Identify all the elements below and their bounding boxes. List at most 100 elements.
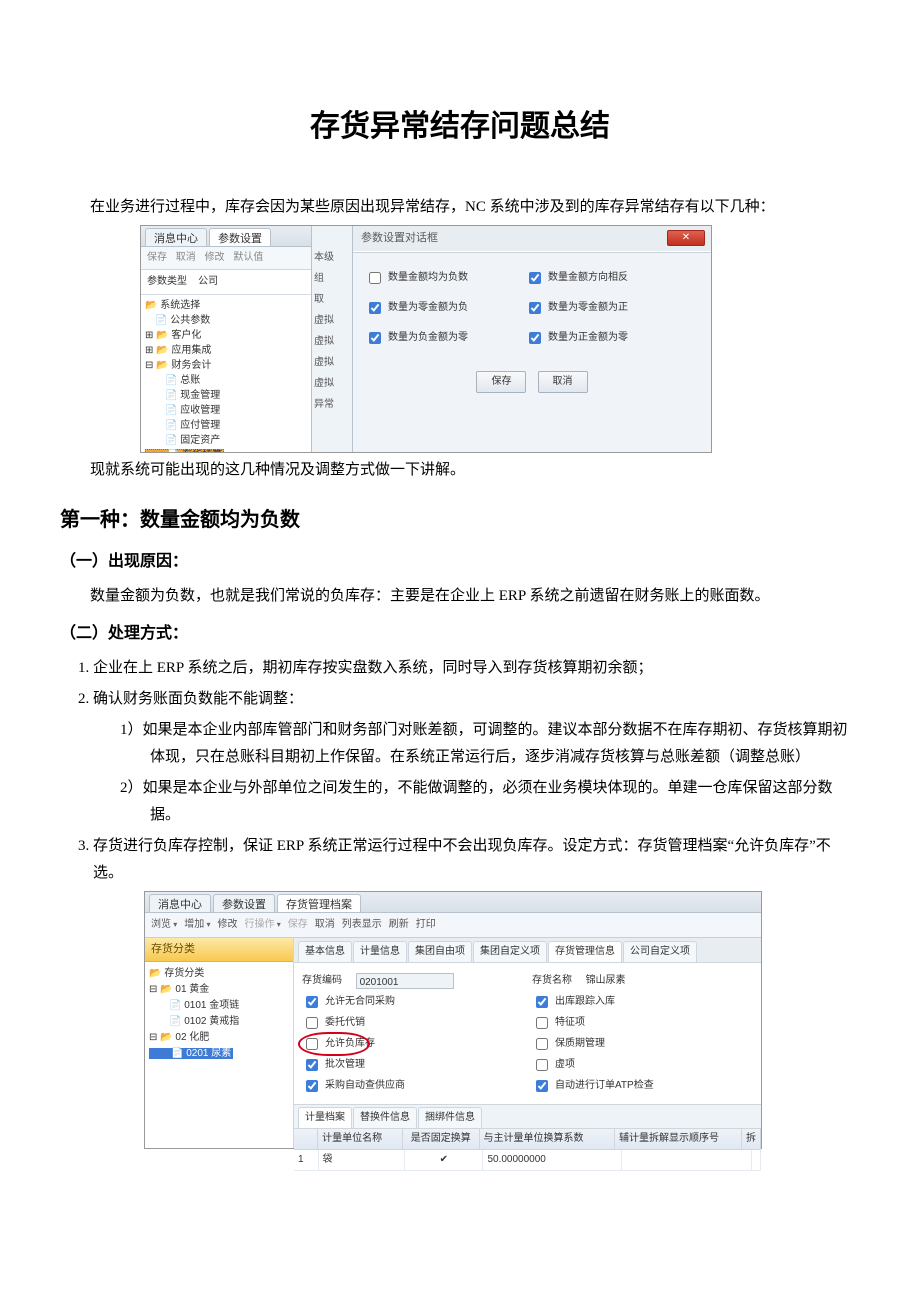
- save-button[interactable]: 保存: [476, 371, 526, 393]
- cb-qty0-amt-pos[interactable]: 数量为零金额为正: [525, 299, 685, 317]
- mid-label: 虚拟: [314, 354, 350, 372]
- cb-qty-amt-negative[interactable]: 数量金额均为负数: [365, 269, 525, 287]
- s1-sidebar: 消息中心 参数设置 保存 取消 修改 默认值 参数类型 公司 📂 系统选择 📄 …: [141, 226, 312, 452]
- bottom-tab[interactable]: 计量档案: [298, 1107, 352, 1128]
- cb-auto-supplier[interactable]: [306, 1080, 318, 1092]
- grid-header-cell: 是否固定换算: [403, 1129, 479, 1149]
- s2-right-panel: 基本信息计量信息集团自由项集团自定义项存货管理信息公司自定义项 存货编码 020…: [294, 938, 761, 1148]
- toolbar-item[interactable]: 修改: [218, 919, 238, 930]
- tree-item[interactable]: 📄 存货核算: [145, 448, 307, 452]
- cb-allow-negative-stock[interactable]: [306, 1038, 318, 1050]
- tab-param-settings[interactable]: 参数设置: [209, 228, 271, 246]
- tree-item[interactable]: 📄 应付管理: [145, 418, 307, 433]
- close-icon[interactable]: ✕: [667, 230, 705, 246]
- s1-tree[interactable]: 📂 系统选择 📄 公共参数⊞ 📂 客户化⊞ 📂 应用集成⊟ 📂 财务会计 📄 总…: [141, 295, 311, 452]
- toolbar-item: 保存: [288, 919, 308, 930]
- tree-item[interactable]: ⊞ 📂 应用集成: [145, 343, 307, 358]
- toolbar-item[interactable]: 刷新: [389, 919, 409, 930]
- grid-cell: 1: [294, 1150, 319, 1170]
- cb-consignment[interactable]: [306, 1017, 318, 1029]
- form-tab[interactable]: 基本信息: [298, 941, 352, 962]
- cb-feature[interactable]: [536, 1017, 548, 1029]
- mid-label: 异常: [314, 396, 350, 414]
- li-2: 确认财务账面负数能不能调整： 1）如果是本企业内部库管部门和财务部门对账差额，可…: [93, 686, 860, 829]
- form-tab[interactable]: 存货管理信息: [548, 941, 622, 962]
- section-1-ol: 企业在上 ERP 系统之后，期初库存按实盘数入系统，同时导入到存货核算期初余额；…: [93, 655, 860, 887]
- form-tab[interactable]: 公司自定义项: [623, 941, 697, 962]
- section-1-sub1: （一）出现原因：: [60, 548, 860, 577]
- tree-item[interactable]: 📄 应收管理: [145, 403, 307, 418]
- cb-shelf-life[interactable]: [536, 1038, 548, 1050]
- cb-virtual-item[interactable]: [536, 1059, 548, 1071]
- tab-message-center[interactable]: 消息中心: [149, 894, 211, 912]
- s1-button-row: 保存 取消: [365, 371, 699, 393]
- tree-item[interactable]: 📄 0101 金项链: [149, 998, 289, 1014]
- form-tab[interactable]: 集团自由项: [408, 941, 472, 962]
- cancel-button[interactable]: 取消: [538, 371, 588, 393]
- grid-header-cell: 与主计量单位换算系数: [480, 1129, 615, 1149]
- grid-header: 计量单位名称是否固定换算与主计量单位换算系数辅计量拆解显示顺序号拆: [294, 1129, 761, 1150]
- grid-header-cell: [294, 1129, 318, 1149]
- tree-item[interactable]: ⊟ 📂 财务会计: [145, 358, 307, 373]
- s2-top-tabs: 消息中心 参数设置 存货管理档案: [145, 892, 761, 913]
- tree-item[interactable]: 📄 固定资产: [145, 433, 307, 448]
- tree-item[interactable]: 📄 0102 黄戒指: [149, 1014, 289, 1030]
- cb-batch-mgmt[interactable]: [306, 1059, 318, 1071]
- section-1-sub1-p: 数量金额为负数，也就是我们常说的负库存：主要是在企业上 ERP 系统之前遗留在财…: [60, 583, 860, 610]
- tab-inventory-file[interactable]: 存货管理档案: [277, 894, 361, 912]
- s1-right-panel: 参数设置对话框 数量金额均为负数 数量金额方向相反 数量为零金额为负 数量为零金…: [353, 226, 711, 452]
- s1-tb-save[interactable]: 保存: [147, 252, 167, 263]
- toolbar-item: 行操作: [245, 919, 281, 930]
- s2-bottom: 计量档案替换件信息捆绑件信息 计量单位名称是否固定换算与主计量单位换算系数辅计量…: [294, 1104, 761, 1171]
- form-tab[interactable]: 计量信息: [353, 941, 407, 962]
- li-2-1: 1）如果是本企业内部库管部门和财务部门对账差额，可调整的。建议本部分数据不在库存…: [120, 717, 860, 771]
- screenshot-2-inventory-file: 消息中心 参数设置 存货管理档案 浏览增加修改行操作保存取消列表显示刷新打印 存…: [144, 891, 762, 1149]
- toolbar-item[interactable]: 浏览: [151, 919, 177, 930]
- bottom-tab[interactable]: 替换件信息: [353, 1107, 417, 1128]
- mid-label: 虚拟: [314, 333, 350, 351]
- toolbar-item[interactable]: 列表显示: [342, 919, 382, 930]
- intro-paragraph: 在业务进行过程中，库存会因为某些原因出现异常结存，NC 系统中涉及到的库存异常结…: [60, 194, 860, 221]
- li-1: 企业在上 ERP 系统之后，期初库存按实盘数入系统，同时导入到存货核算期初余额；: [93, 655, 860, 682]
- cb-qtyneg-amt0[interactable]: 数量为负金额为零: [365, 329, 525, 347]
- tree-item[interactable]: 📂 系统选择: [145, 298, 307, 313]
- tree-item[interactable]: ⊟ 📂 01 黄金: [149, 982, 289, 998]
- toolbar-item[interactable]: 取消: [315, 919, 335, 930]
- form-tab[interactable]: 集团自定义项: [473, 941, 547, 962]
- tree-item[interactable]: 📂 存货分类: [149, 966, 289, 982]
- mid-label: 取: [314, 291, 350, 309]
- tree-item[interactable]: 📄 总账: [145, 373, 307, 388]
- tree-item[interactable]: 📄 0201 尿素: [149, 1046, 289, 1062]
- bottom-tab[interactable]: 捆绑件信息: [418, 1107, 482, 1128]
- s1-tb-cancel[interactable]: 取消: [176, 252, 196, 263]
- s1-top-tabs: 消息中心 参数设置: [141, 226, 311, 247]
- grid-header-cell: 辅计量拆解显示顺序号: [615, 1129, 742, 1149]
- tab-message-center[interactable]: 消息中心: [145, 228, 207, 246]
- s1-tb-default[interactable]: 默认值: [233, 252, 263, 263]
- tree-item[interactable]: 📄 现金管理: [145, 388, 307, 403]
- value-inv-name: 锦山尿素: [586, 972, 626, 990]
- cb-auto-atp[interactable]: [536, 1080, 548, 1092]
- s2-tabset: 基本信息计量信息集团自由项集团自定义项存货管理信息公司自定义项: [294, 938, 761, 963]
- grid-cell: ✔: [405, 1150, 483, 1170]
- s2-tree[interactable]: 📂 存货分类⊟ 📂 01 黄金 📄 0101 金项链 📄 0102 黄戒指⊟ 📂…: [145, 962, 293, 1066]
- tab-param-settings[interactable]: 参数设置: [213, 894, 275, 912]
- tree-item[interactable]: ⊞ 📂 客户化: [145, 328, 307, 343]
- cb-allow-no-contract[interactable]: [306, 996, 318, 1008]
- cb-qtypos-amt0[interactable]: 数量为正金额为零: [525, 329, 685, 347]
- cb-out-track-in[interactable]: [536, 996, 548, 1008]
- s1-dialog-title: 参数设置对话框: [353, 226, 711, 253]
- grid-header-cell: 拆: [742, 1129, 761, 1149]
- mid-label: 虚拟: [314, 375, 350, 393]
- cb-qty-amt-opposite[interactable]: 数量金额方向相反: [525, 269, 685, 287]
- toolbar-item[interactable]: 增加: [184, 919, 210, 930]
- s2-form: 存货编码 0201001 存货名称 锦山尿素 允许无合同采购 出库跟踪入库 委托…: [294, 963, 761, 1104]
- cb-qty0-amt-neg[interactable]: 数量为零金额为负: [365, 299, 525, 317]
- s1-mid-column: 本级组取虚拟虚拟虚拟虚拟异常: [312, 226, 353, 452]
- section-1-title: 第一种：数量金额均为负数: [60, 502, 860, 538]
- tree-item[interactable]: 📄 公共参数: [145, 313, 307, 328]
- input-inv-code[interactable]: 0201001: [356, 973, 454, 989]
- tree-item[interactable]: ⊟ 📂 02 化肥: [149, 1030, 289, 1046]
- s1-tb-modify[interactable]: 修改: [205, 252, 225, 263]
- toolbar-item[interactable]: 打印: [416, 919, 436, 930]
